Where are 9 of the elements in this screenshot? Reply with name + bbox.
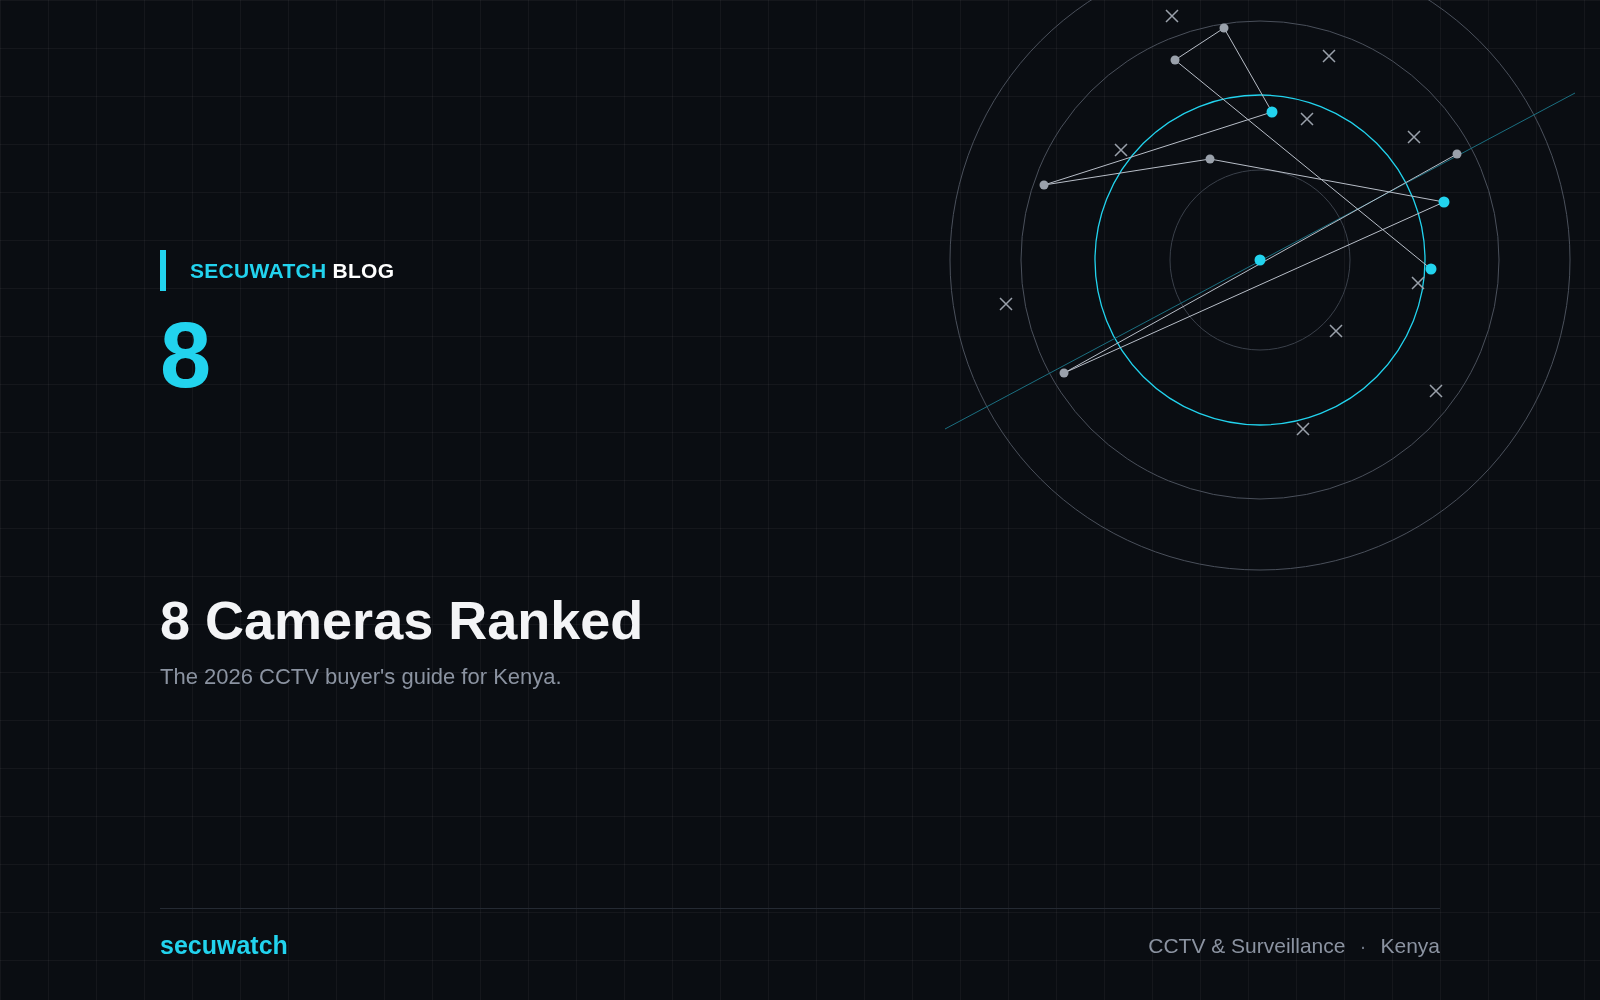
separator-dot: · <box>1359 933 1367 958</box>
footer-tag: CCTV & Surveillance <box>1148 933 1346 958</box>
brand-name: SECUWATCH <box>190 258 327 283</box>
post-subtitle: The 2026 CCTV buyer's guide for Kenya. <box>160 664 563 691</box>
post-title: 8 Cameras Ranked <box>160 591 645 651</box>
footer-tag: Kenya <box>1380 933 1440 958</box>
big-number: 8 <box>160 309 213 401</box>
footer-logo: secuwatch <box>160 931 288 960</box>
blog-word: BLOG <box>332 258 395 283</box>
